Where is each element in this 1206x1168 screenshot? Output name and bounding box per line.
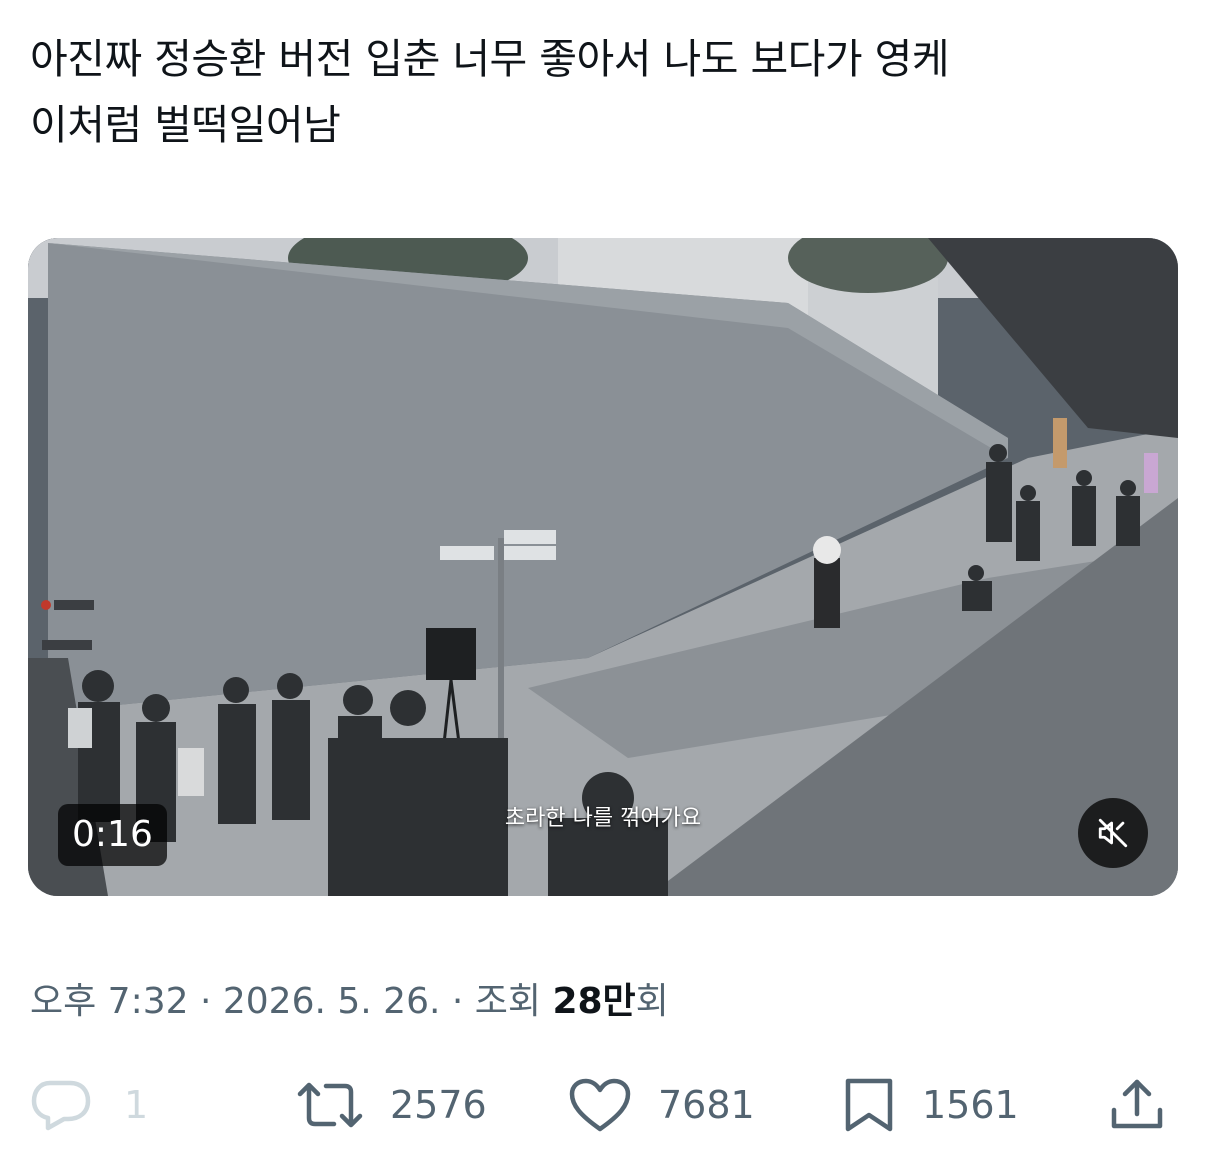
bookmark-count: 1561	[922, 1083, 1019, 1127]
heart-icon	[568, 1077, 632, 1133]
views-suffix: 회	[635, 981, 669, 1022]
retweet-button[interactable]: 2576	[296, 1070, 487, 1140]
tweet-time[interactable]: 오후 7:32	[30, 981, 189, 1022]
video-duration-badge: 0:16	[58, 804, 167, 866]
share-icon	[1108, 1076, 1166, 1134]
like-button[interactable]: 7681	[568, 1070, 755, 1140]
retweet-count: 2576	[390, 1083, 487, 1127]
views-count: 28만	[552, 981, 636, 1022]
mute-button[interactable]	[1078, 798, 1148, 868]
reply-button[interactable]: 1	[30, 1070, 148, 1140]
tweet-metadata: 오후 7:32 · 2026. 5. 26. · 조회 28만회	[30, 972, 669, 1024]
video-subtitle: 초라한 나를 꺾어가요	[504, 806, 702, 831]
like-count: 7681	[658, 1083, 755, 1127]
tweet-text: 아진짜 정승환 버전 입춘 너무 좋아서 나도 보다가 영케 이처럼 벌떡일어남	[30, 35, 950, 149]
tweet-date[interactable]: 2026. 5. 26.	[223, 981, 441, 1022]
retweet-icon	[296, 1080, 364, 1130]
bookmark-icon	[842, 1077, 896, 1133]
share-button[interactable]	[1108, 1070, 1166, 1140]
views-label: 조회	[474, 981, 553, 1022]
meta-separator: ·	[188, 981, 223, 1022]
reply-count: 1	[124, 1083, 149, 1127]
meta-separator: ·	[440, 981, 475, 1022]
speaker-muted-icon	[1098, 818, 1128, 848]
reply-icon	[30, 1079, 92, 1131]
video-player[interactable]: 초라한 나를 꺾어가요 0:16	[28, 238, 1178, 896]
tweet-action-bar: 1 2576 7681 1561	[0, 1070, 1206, 1140]
video-frame	[28, 238, 1178, 896]
bookmark-button[interactable]: 1561	[842, 1070, 1019, 1140]
